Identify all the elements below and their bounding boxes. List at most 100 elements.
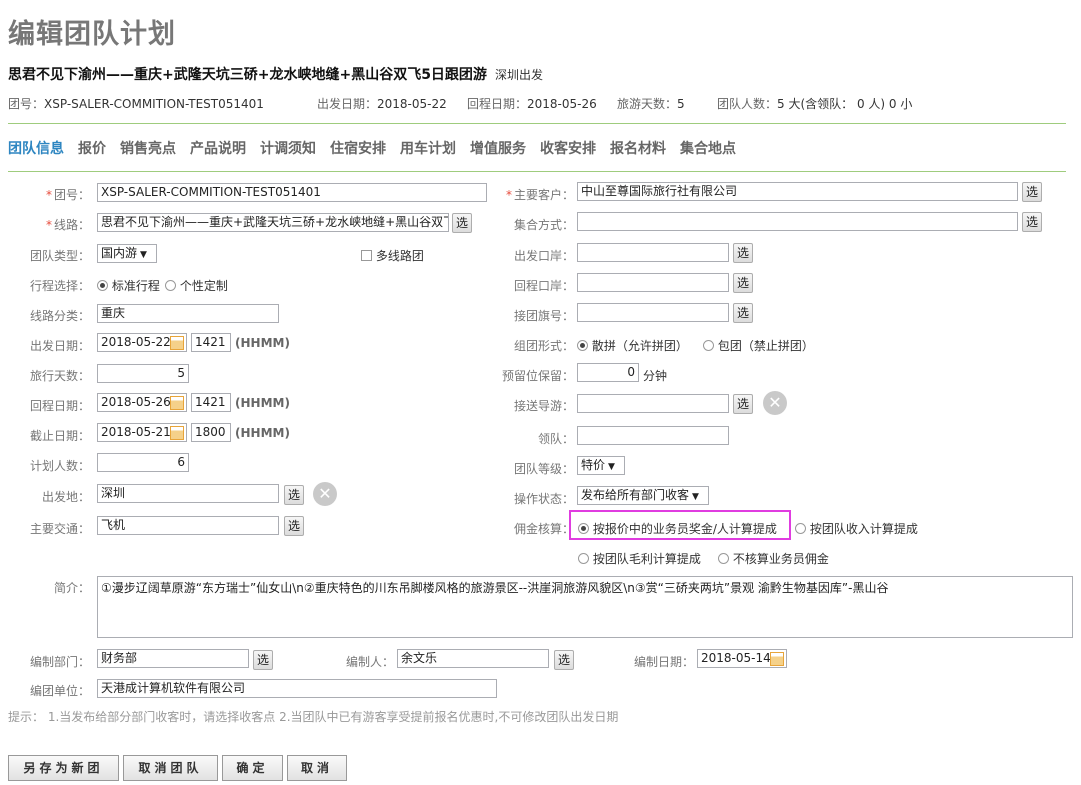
itinerary-custom-radio[interactable]: 个性定制 (165, 277, 228, 294)
calendar-icon[interactable] (770, 652, 784, 666)
radio-icon (578, 553, 589, 564)
commission-label: 佣金核算： (513, 522, 574, 536)
meta-team-no: 团号：XSP-SALER-COMMITION-TEST051401 (8, 97, 264, 111)
depart-port-select-button[interactable]: 选 (733, 243, 753, 263)
departure-place-label: 出发地： (41, 490, 90, 504)
reserve-unit: 分钟 (643, 369, 668, 383)
tab-meeting-point[interactable]: 集合地点 (680, 138, 736, 158)
checkbox-icon (361, 250, 372, 261)
tab-highlights[interactable]: 销售亮点 (120, 138, 176, 158)
save-as-new-button[interactable]: 另存为新团 (8, 755, 119, 781)
itinerary-standard-radio[interactable]: 标准行程 (97, 277, 160, 294)
intro-textarea[interactable]: ①漫步辽阔草原游“东方瑞士”仙女山\n②重庆特色的川东吊脚楼风格的旅游景区--洪… (97, 576, 1073, 638)
group-form-mixed-radio[interactable]: 散拼（允许拼团） (577, 337, 688, 354)
commission-income-radio[interactable]: 按团队收入计算提成 (795, 520, 918, 537)
tab-quote[interactable]: 报价 (78, 138, 106, 158)
leader-input[interactable] (577, 426, 729, 445)
team-no-input[interactable]: XSP-SALER-COMMITION-TEST051401 (97, 183, 487, 202)
commission-profit-radio[interactable]: 按团队毛利计算提成 (578, 550, 701, 567)
transport-select-button[interactable]: 选 (284, 516, 304, 536)
deadline-time-input[interactable]: 1800 (191, 423, 231, 442)
intro-label: 简介： (53, 581, 90, 595)
tab-materials[interactable]: 报名材料 (610, 138, 666, 158)
radio-selected-icon (578, 523, 589, 534)
depart-port-input[interactable] (577, 243, 729, 262)
tab-op-notes[interactable]: 计调须知 (260, 138, 316, 158)
guide-select-button[interactable]: 选 (733, 394, 753, 414)
unit-label: 编团单位： (29, 684, 90, 698)
chevron-down-icon: ▼ (140, 250, 147, 260)
travel-days-input[interactable]: 5 (97, 364, 189, 383)
commission-quote-radio[interactable]: 按报价中的业务员奖金/人计算提成 (578, 520, 777, 537)
flag-no-select-button[interactable]: 选 (733, 303, 753, 323)
calendar-icon[interactable] (170, 336, 184, 350)
return-time-hint: (HHMM) (235, 396, 290, 410)
main-customer-input[interactable]: 中山至尊国际旅行社有限公司 (577, 182, 1018, 201)
dept-label: 编制部门： (29, 655, 90, 669)
commission-none-radio[interactable]: 不核算业务员佣金 (718, 550, 829, 567)
gather-method-input[interactable] (577, 212, 1018, 231)
confirm-button[interactable]: 确定 (222, 755, 283, 781)
main-customer-label: * 主要客户： (505, 188, 574, 202)
tab-vehicle[interactable]: 用车计划 (400, 138, 456, 158)
op-status-select[interactable]: 发布给所有部门收客 ▼ (577, 486, 709, 505)
return-port-input[interactable] (577, 273, 729, 292)
radio-selected-icon (577, 340, 588, 351)
dept-select-button[interactable]: 选 (253, 650, 273, 670)
return-port-label: 回程口岸： (513, 279, 574, 293)
transport-input[interactable]: 飞机 (97, 516, 279, 535)
tab-value-added[interactable]: 增值服务 (470, 138, 526, 158)
chevron-down-icon: ▼ (692, 492, 699, 502)
line-category-input[interactable]: 重庆 (97, 304, 279, 323)
departure-select-button[interactable]: 选 (284, 485, 304, 505)
editor-select-button[interactable]: 选 (554, 650, 574, 670)
line-select-button[interactable]: 选 (452, 213, 472, 233)
meta-people: 团队人数：5 大(含领队： 0 人) 0 小 (717, 97, 913, 111)
plan-people-input[interactable]: 6 (97, 453, 189, 472)
team-no-label: * 团号： (45, 188, 90, 202)
gather-select-button[interactable]: 选 (1022, 212, 1042, 232)
reserve-input[interactable]: 0 (577, 363, 639, 382)
tab-product-desc[interactable]: 产品说明 (190, 138, 246, 158)
departure-place-input[interactable]: 深圳 (97, 484, 279, 503)
editor-input[interactable]: 余文乐 (397, 649, 549, 668)
transport-label: 主要交通： (29, 522, 90, 536)
team-type-select[interactable]: 国内游 ▼ (97, 244, 157, 263)
itinerary-label: 行程选择： (29, 279, 90, 293)
tab-team-info[interactable]: 团队信息 (8, 138, 64, 158)
return-port-select-button[interactable]: 选 (733, 273, 753, 293)
calendar-icon[interactable] (170, 396, 184, 410)
depart-date-label: 出发日期： (29, 339, 90, 353)
cancel-button[interactable]: 取消 (287, 755, 347, 781)
page-title: 编辑团队计划 (8, 19, 176, 50)
group-form-charter-radio[interactable]: 包团（禁止拼团） (703, 337, 814, 354)
depart-time-input[interactable]: 1421 (191, 333, 231, 352)
flag-no-input[interactable] (577, 303, 729, 322)
team-type-label: 团队类型： (29, 249, 90, 263)
unit-input[interactable]: 天港成计算机软件有限公司 (97, 679, 497, 698)
guide-input[interactable] (577, 394, 729, 413)
tab-lodging[interactable]: 住宿安排 (330, 138, 386, 158)
meta-return: 回程日期：2018-05-26 (467, 97, 597, 111)
calendar-icon[interactable] (170, 426, 184, 440)
clear-icon[interactable]: ✕ (313, 482, 337, 506)
flag-no-label: 接团旗号： (513, 309, 574, 323)
op-status-label: 操作状态： (513, 492, 574, 506)
level-select[interactable]: 特价 ▼ (577, 456, 625, 475)
multi-line-checkbox[interactable]: 多线路团 (361, 247, 424, 264)
route-origin: 深圳出发 (494, 68, 543, 82)
cancel-team-button[interactable]: 取消团队 (123, 755, 218, 781)
return-time-input[interactable]: 1421 (191, 393, 231, 412)
customer-select-button[interactable]: 选 (1022, 182, 1042, 202)
dept-input[interactable]: 财务部 (97, 649, 249, 668)
plan-people-label: 计划人数： (29, 459, 90, 473)
line-category-label: 线路分类： (29, 309, 90, 323)
route-title: 思君不见下渝州——重庆+武隆天坑三硚+龙水峡地缝+黑山谷双飞5日跟团游 深圳出发 (8, 64, 543, 84)
line-input[interactable]: 思君不见下渝州——重庆+武隆天坑三硚+龙水峡地缝+黑山谷双飞 (97, 213, 449, 232)
tip-text: 提示： 1.当发布给部分部门收客时，请选择收客点 2.当团队中已有游客享受提前报… (8, 710, 619, 724)
radio-icon (718, 553, 729, 564)
tab-booking[interactable]: 收客安排 (540, 138, 596, 158)
return-date-label: 回程日期： (29, 399, 90, 413)
edit-date-label: 编制日期： (633, 655, 694, 669)
clear-icon[interactable]: ✕ (763, 391, 787, 415)
